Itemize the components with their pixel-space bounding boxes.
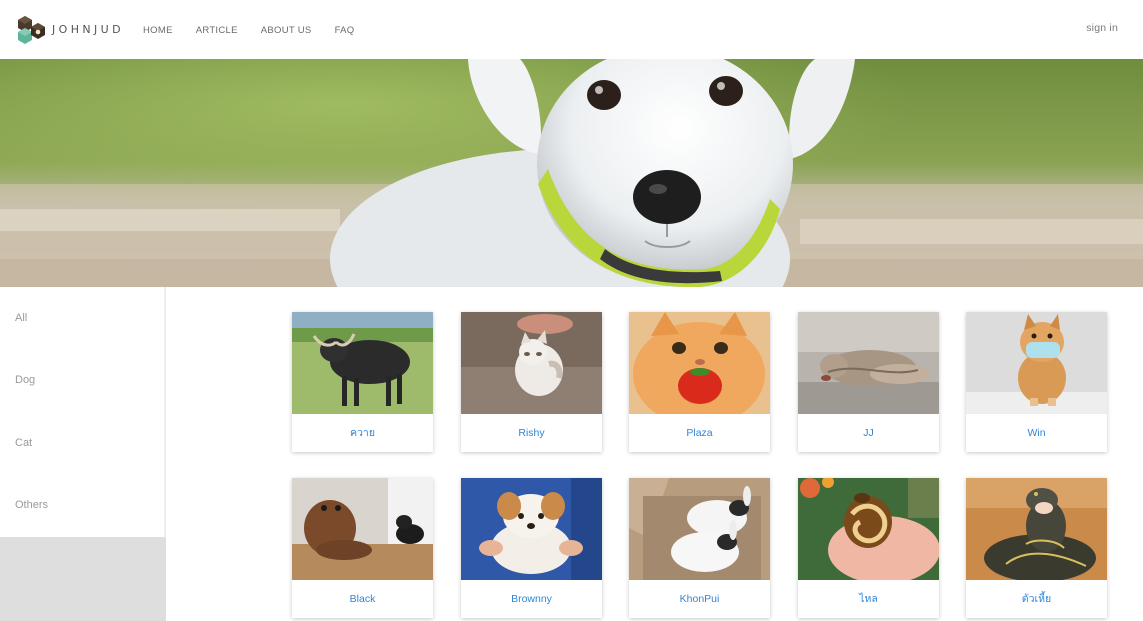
pet-card[interactable]: ไหล xyxy=(798,478,939,618)
pet-name: KhonPui xyxy=(679,593,720,605)
pet-card[interactable]: KhonPui xyxy=(629,478,770,618)
category-others[interactable]: Others xyxy=(15,499,48,511)
pet-card[interactable]: Black xyxy=(292,478,433,618)
sidebar-empty-area xyxy=(0,537,166,621)
nav-about-us-link[interactable]: ABOUT US xyxy=(261,25,312,36)
category-all[interactable]: All xyxy=(15,312,27,324)
pet-card[interactable]: JJ xyxy=(798,312,939,452)
pet-name: ควาย xyxy=(350,427,375,439)
pomeranian-dog-photo xyxy=(966,312,1107,414)
pet-card[interactable]: Rishy xyxy=(461,312,602,452)
pet-card[interactable]: Brownny xyxy=(461,478,602,618)
puppy-photo xyxy=(461,478,602,580)
sign-in-link[interactable]: sign in xyxy=(1086,22,1118,34)
pet-name: Black xyxy=(349,593,376,605)
top-navbar: JOHNJUD HOME ARTICLE ABOUT US FAQ sign i… xyxy=(0,0,1143,59)
pet-grid: ควาย Rishy Plaza JJ Win Black Brownny Kh… xyxy=(292,312,1107,621)
main-nav: HOME ARTICLE ABOUT US FAQ xyxy=(143,25,377,36)
orange-cat-photo xyxy=(629,312,770,414)
snake-photo xyxy=(798,478,939,580)
hero-dog-photo xyxy=(0,59,1143,287)
pet-card[interactable]: ควาย xyxy=(292,312,433,452)
pet-name: Rishy xyxy=(518,427,545,439)
pet-name: Plaza xyxy=(686,427,713,439)
pet-name: ไหล xyxy=(859,593,878,605)
pet-card[interactable]: ตัวเหี้ย xyxy=(966,478,1107,618)
pet-card[interactable]: Win xyxy=(966,312,1107,452)
monitor-lizard-photo xyxy=(966,478,1107,580)
brand-link[interactable]: JOHNJUD xyxy=(16,14,124,44)
water-buffalo-photo xyxy=(292,312,433,414)
hero-banner xyxy=(0,59,1143,287)
nav-home-link[interactable]: HOME xyxy=(143,25,173,36)
pet-name: Brownny xyxy=(511,593,552,605)
pet-name: JJ xyxy=(863,427,874,439)
tabby-cat-photo xyxy=(798,312,939,414)
brand-name: JOHNJUD xyxy=(52,22,124,36)
poodle-dog-photo xyxy=(292,478,433,580)
pet-name: ตัวเหี้ย xyxy=(1021,593,1052,605)
category-sidebar: All Dog Cat Others xyxy=(0,287,166,621)
nav-article-link[interactable]: ARTICLE xyxy=(196,25,238,36)
kitten-photo xyxy=(461,312,602,414)
category-cat[interactable]: Cat xyxy=(15,437,32,449)
nav-faq-link[interactable]: FAQ xyxy=(335,25,355,36)
pet-name: Win xyxy=(1027,427,1046,439)
brand-logo-icon xyxy=(18,16,45,44)
category-list: All Dog Cat Others xyxy=(0,287,164,537)
pet-card[interactable]: Plaza xyxy=(629,312,770,452)
rabbit-photo xyxy=(629,478,770,580)
category-dog[interactable]: Dog xyxy=(15,374,35,386)
